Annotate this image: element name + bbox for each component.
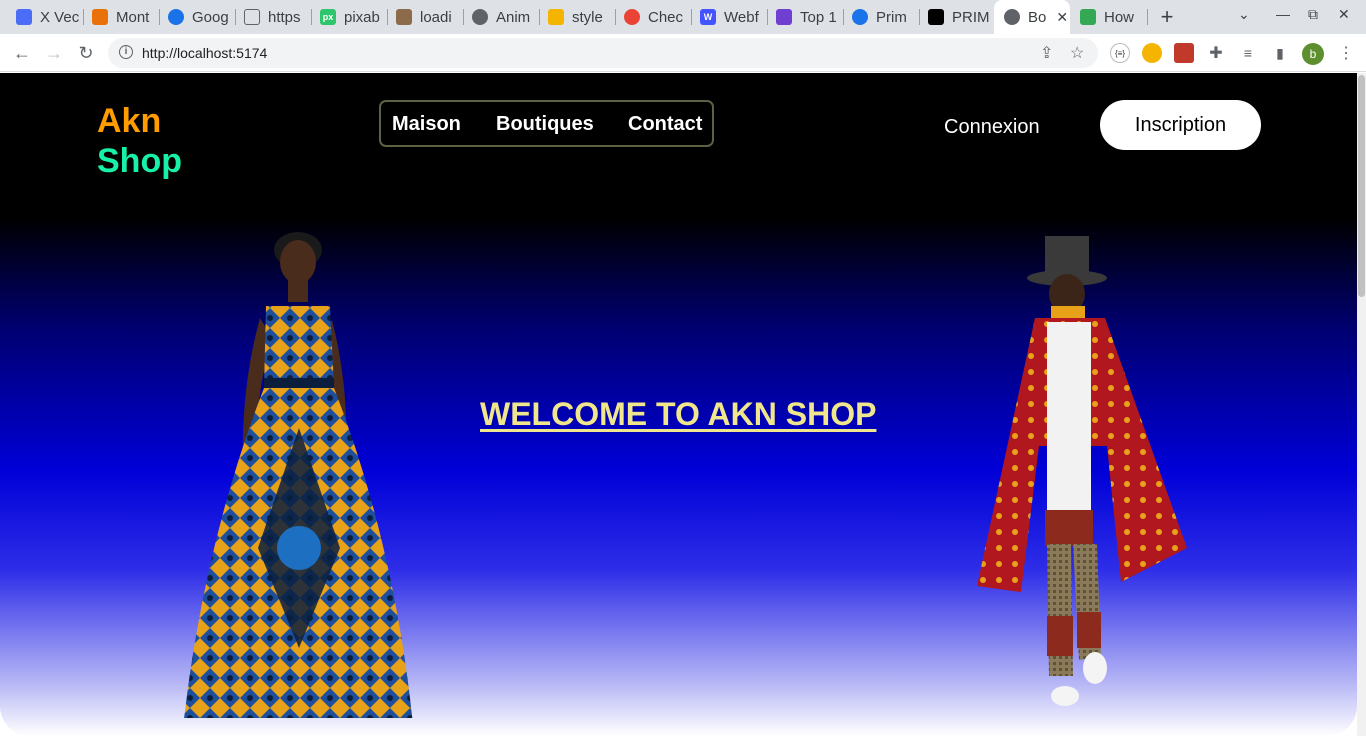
extension-icon[interactable] [1174,43,1194,63]
male-model-image [977,236,1187,706]
profile-avatar[interactable]: b [1302,43,1324,65]
browser-tab[interactable]: W Webf [684,0,768,34]
puzzle-icon[interactable]: ✚ [1206,43,1226,63]
new-tab-button[interactable]: + [1156,4,1178,30]
tab-favicon-icon [396,9,412,25]
tab-title: Top 1 [800,8,837,26]
tab-title: Chec [648,8,684,26]
browser-tab[interactable]: Top 1 [760,0,844,34]
tab-favicon-icon [92,9,108,25]
logo-line-1: Akn [97,102,162,140]
extension-icon[interactable]: {≡} [1110,43,1130,63]
main-nav: Maison Boutiques Contact [379,100,714,147]
tab-favicon-icon [168,9,184,25]
tab-title: Prim [876,8,907,26]
close-window-icon[interactable]: ✕ [1338,6,1350,23]
side-panel-icon[interactable]: ▮ [1270,43,1290,63]
nav-link-contact[interactable]: Contact [628,113,702,136]
menu-kebab-icon[interactable]: ⋮ [1336,43,1356,63]
browser-tab[interactable]: loadi [380,0,464,34]
browser-tab[interactable]: Mont [76,0,160,34]
tab-title: PRIM [952,8,990,26]
hero-title[interactable]: WELCOME TO AKN SHOP [480,396,876,433]
tab-title: Goog [192,8,229,26]
signup-button[interactable]: Inscription [1100,100,1261,150]
reading-list-icon[interactable]: ≡ [1238,43,1258,63]
tab-favicon-icon [16,9,32,25]
tab-title: pixab [344,8,380,26]
address-bar[interactable]: i http://localhost:5174 ⇪ ☆ [108,38,1098,68]
tab-title: Mont [116,8,150,26]
extension-icon[interactable] [1142,43,1162,63]
browser-tab[interactable]: style [532,0,616,34]
tab-strip: X Vec Mont Goog https px pixab loadi Ani… [0,0,1366,34]
url-text: http://localhost:5174 [142,45,268,61]
tab-favicon-icon [244,9,260,25]
nav-link-maison[interactable]: Maison [392,113,461,136]
tab-favicon-icon [548,9,564,25]
scrollbar-thumb[interactable] [1358,75,1365,297]
tab-title: loadi [420,8,452,26]
browser-tab[interactable]: Chec [608,0,692,34]
female-model-image [184,232,413,718]
site-logo[interactable]: Akn Shop [97,101,182,181]
bookmark-star-icon[interactable]: ☆ [1070,43,1084,63]
tab-title: Webf [724,8,759,26]
globe-icon [472,9,488,25]
browser-tab[interactable]: px pixab [304,0,388,34]
tab-title: Bo [1028,8,1047,26]
tab-title: style [572,8,603,26]
tab-favicon-icon [928,9,944,25]
browser-tab[interactable]: Anim [456,0,540,34]
back-button[interactable]: ← [11,42,33,64]
toolbar: ← → ↻ i http://localhost:5174 ⇪ ☆ {≡} ✚ … [0,34,1366,72]
tab-search-icon[interactable]: ⌄ [1238,6,1250,23]
logo-line-2: Shop [97,142,182,180]
share-icon[interactable]: ⇪ [1040,43,1053,63]
tab-title: X Vec [40,8,80,26]
tab-favicon-icon [852,9,868,25]
browser-tab-active[interactable]: Bo ✕ [994,0,1070,34]
globe-icon [1004,9,1020,25]
browser-tab[interactable]: X Vec [0,0,84,34]
tab-favicon-icon [624,9,640,25]
tab-favicon-icon: W [700,9,716,25]
login-button[interactable]: Connexion [944,116,1040,139]
site-info-icon[interactable]: i [119,45,133,59]
browser-tab[interactable]: How [1064,0,1148,34]
nav-link-boutiques[interactable]: Boutiques [496,113,594,136]
page-viewport: Akn Shop Maison Boutiques Contact Connex… [0,73,1357,736]
browser-tab[interactable]: Prim [836,0,920,34]
reload-button[interactable]: ↻ [75,42,97,64]
tab-favicon-icon: px [320,9,336,25]
tab-favicon-icon [1080,9,1096,25]
forward-button[interactable]: → [43,42,65,64]
browser-tab[interactable]: PRIM [912,0,996,34]
tab-title: Anim [496,8,531,26]
browser-tab[interactable]: https [228,0,312,34]
tab-title: https [268,8,301,26]
minimize-icon[interactable]: — [1276,6,1290,22]
tab-favicon-icon [776,9,792,25]
restore-icon[interactable]: ⧉ [1308,6,1318,23]
browser-tab[interactable]: Goog [152,0,236,34]
tab-title: How [1104,8,1135,26]
